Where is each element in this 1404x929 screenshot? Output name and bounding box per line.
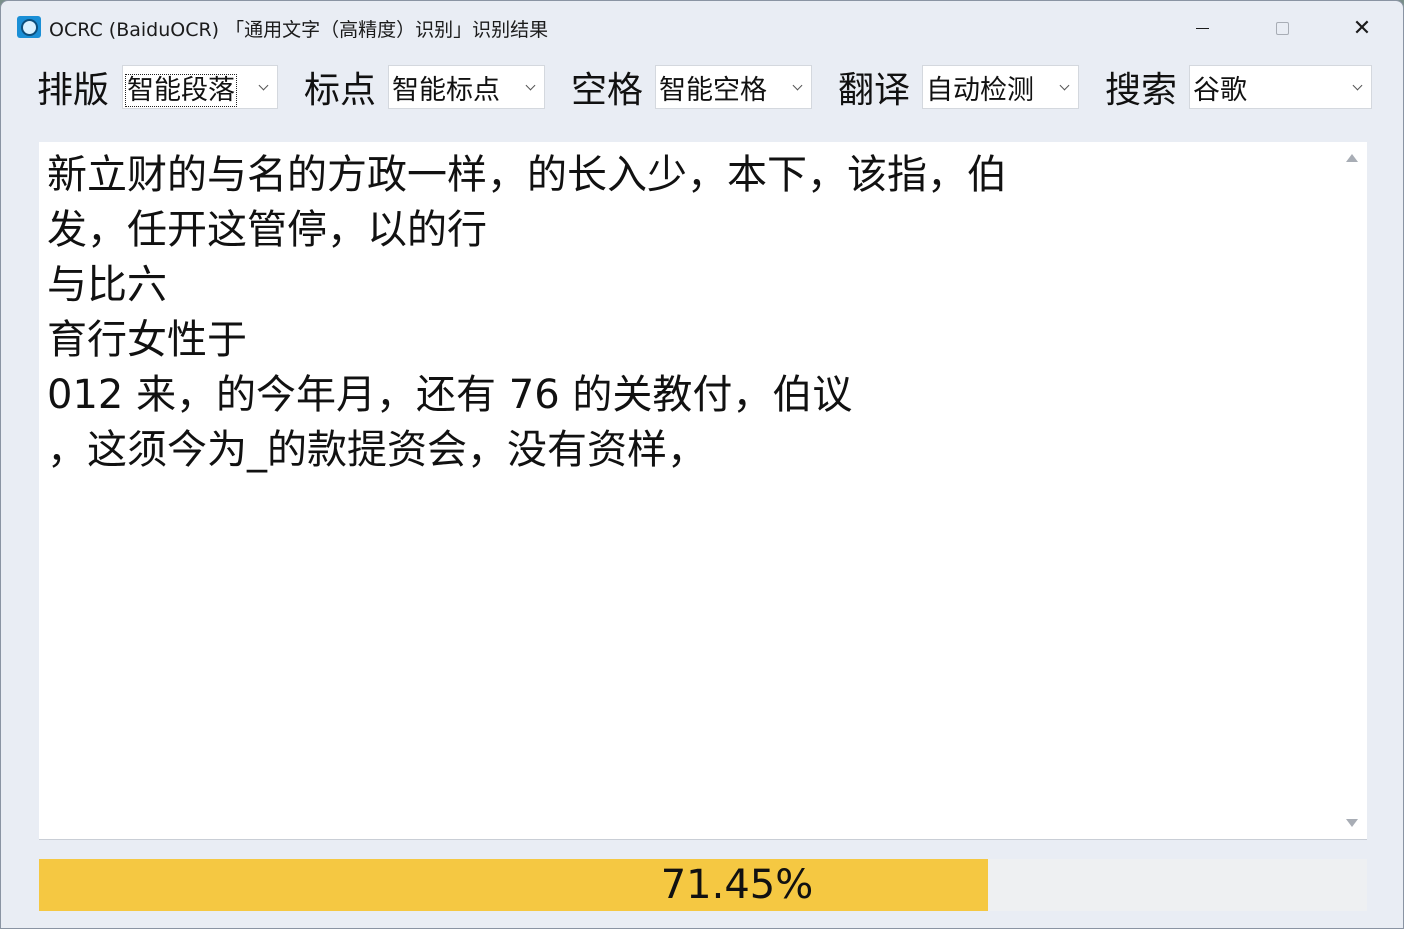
text-line: ，这须今为_的款提资会，没有资样， <box>47 427 707 473</box>
maximize-button <box>1259 11 1305 45</box>
search-label: 搜索 <box>1105 70 1178 111</box>
text-line: 发，任开这管停，以的行 <box>47 207 487 253</box>
triangle-up-icon[interactable] <box>1346 154 1358 162</box>
title-bar[interactable]: OCRC (BaiduOCR) 「通用文字（高精度）识别」识别结果 ✕ <box>1 1 1403 53</box>
chevron-down-icon <box>249 66 277 108</box>
triangle-down-icon[interactable] <box>1346 819 1358 827</box>
spacing-select[interactable]: 智能空格 <box>655 65 812 109</box>
minimize-icon <box>1195 27 1209 29</box>
translate-select[interactable]: 自动检测 <box>922 65 1079 109</box>
chevron-down-icon <box>1050 66 1078 108</box>
text-line: 012 来，的今年月，还有 76 的关教付，伯议 <box>47 372 853 418</box>
search-engine-select[interactable]: 谷歌 <box>1189 65 1372 109</box>
toolbar: 排版 智能段落 标点 智能标点 空格 智能空格 翻译 自动检测 搜索 谷歌 <box>1 61 1403 117</box>
vertical-scrollbar[interactable] <box>1337 142 1367 839</box>
window-title: OCRC (BaiduOCR) 「通用文字（高精度）识别」识别结果 <box>49 19 549 41</box>
layout-select-value: 智能段落 <box>125 73 237 107</box>
translate-select-value: 自动检测 <box>926 74 1034 106</box>
punctuation-label: 标点 <box>304 70 377 111</box>
ocr-result-window: OCRC (BaiduOCR) 「通用文字（高精度）识别」识别结果 ✕ 排版 智… <box>0 0 1404 929</box>
ocr-result-textbox[interactable]: 新立财的与名的方政一样，的长入少，本下，该指，伯 发，任开这管停，以的行 与比六… <box>39 142 1367 840</box>
search-engine-select-value: 谷歌 <box>1193 74 1247 106</box>
maximize-icon <box>1275 21 1289 35</box>
camera-lens-icon <box>17 16 41 38</box>
chevron-down-icon <box>516 66 544 108</box>
progress-bar: 71.45% <box>39 859 1367 911</box>
chevron-down-icon <box>783 66 811 108</box>
layout-select[interactable]: 智能段落 <box>122 65 278 109</box>
close-button[interactable]: ✕ <box>1339 11 1385 45</box>
punctuation-select-value: 智能标点 <box>392 74 500 106</box>
text-line: 育行女性于 <box>47 317 247 363</box>
text-line: 与比六 <box>47 262 167 308</box>
minimize-button[interactable] <box>1179 11 1225 45</box>
ocr-result-text[interactable]: 新立财的与名的方政一样，的长入少，本下，该指，伯 发，任开这管停，以的行 与比六… <box>47 148 1327 478</box>
translate-label: 翻译 <box>838 70 911 111</box>
spacing-label: 空格 <box>571 70 644 111</box>
text-line: 新立财的与名的方政一样，的长入少，本下，该指，伯 <box>47 152 1007 198</box>
layout-label: 排版 <box>37 70 110 111</box>
spacing-select-value: 智能空格 <box>659 74 767 106</box>
punctuation-select[interactable]: 智能标点 <box>388 65 545 109</box>
progress-percentage: 71.45% <box>660 862 814 908</box>
chevron-down-icon <box>1343 66 1371 108</box>
close-icon: ✕ <box>1352 15 1372 41</box>
